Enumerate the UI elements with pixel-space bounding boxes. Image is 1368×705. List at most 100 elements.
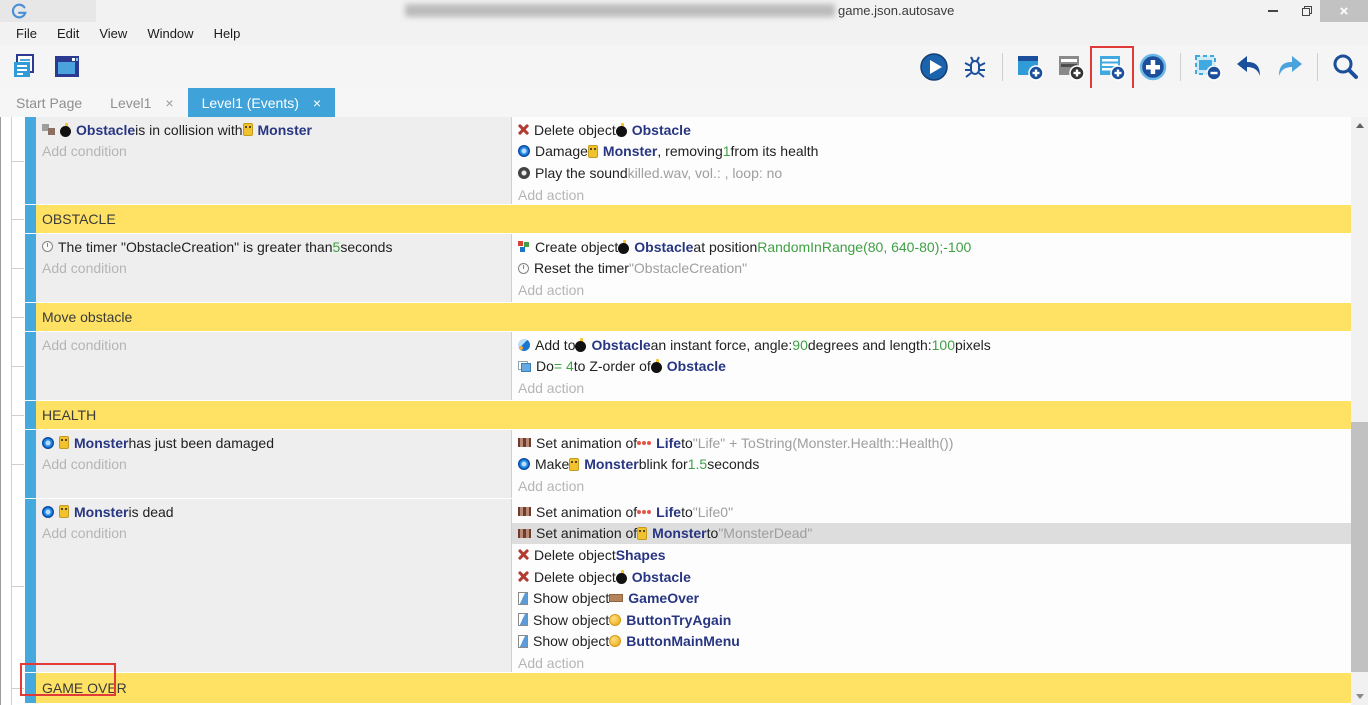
life-object-icon	[637, 506, 651, 518]
scene-editor-window-button[interactable]	[50, 50, 84, 84]
text-token: to	[681, 504, 693, 520]
placeholder-label: Add condition	[42, 260, 127, 276]
object-name: Obstacle	[634, 239, 693, 255]
conditions-column: Add condition	[36, 332, 512, 400]
action-line[interactable]: Set animation of Life to "Life" + ToStri…	[512, 432, 1351, 454]
event-selection-bar[interactable]	[25, 499, 36, 672]
add-action-button[interactable]: Add action	[512, 377, 1351, 399]
vertical-scrollbar[interactable]	[1351, 117, 1368, 705]
action-line[interactable]: Delete object Obstacle	[512, 566, 1351, 588]
add-condition-button[interactable]: Add condition	[36, 454, 511, 476]
undo-button[interactable]	[1232, 50, 1266, 84]
event-selection-bar[interactable]	[25, 332, 36, 400]
action-line[interactable]: Set animation of Life to "Life0"	[512, 501, 1351, 523]
event-selection-bar[interactable]	[25, 205, 36, 233]
condition-line[interactable]: Monster has just been damaged	[36, 432, 511, 454]
action-line[interactable]: Show object ButtonTryAgain	[512, 609, 1351, 631]
event-selection-bar[interactable]	[25, 234, 36, 302]
comment-label[interactable]: HEALTH	[36, 401, 1351, 429]
event-gutter	[1, 303, 25, 331]
add-action-button[interactable]: Add action	[512, 279, 1351, 301]
action-line[interactable]: Play the sound killed.wav, vol.: , loop:…	[512, 162, 1351, 184]
event-selection-bar[interactable]	[25, 401, 36, 429]
tab-level1[interactable]: Level1×	[96, 88, 187, 117]
condition-line[interactable]: Obstacle is in collision with Monster	[36, 119, 511, 141]
remove-event-button[interactable]	[1191, 50, 1225, 84]
comment-label[interactable]: OBSTACLE	[36, 205, 1351, 233]
conditions-column: The timer "ObstacleCreation" is greater …	[36, 234, 512, 302]
object-name: Life	[656, 504, 681, 520]
scroll-up-arrow[interactable]	[1351, 117, 1368, 134]
menu-view[interactable]: View	[89, 22, 137, 45]
object-name: Monster	[603, 143, 657, 159]
add-action-button[interactable]: Add action	[512, 184, 1351, 206]
event-selection-bar[interactable]	[25, 430, 36, 498]
health-behavior-icon	[42, 437, 54, 449]
toolbar-separator	[1180, 53, 1181, 81]
add-action-button[interactable]: Add action	[512, 652, 1351, 674]
action-line[interactable]: Delete object Obstacle	[512, 119, 1351, 141]
action-line[interactable]: Do = 4 to Z-order of Obstacle	[512, 356, 1351, 378]
action-line[interactable]: Damage Monster, removing 1 from its heal…	[512, 141, 1351, 163]
tab-level1-events-[interactable]: Level1 (Events)×	[188, 88, 335, 117]
add-condition-button[interactable]: Add condition	[36, 334, 511, 356]
toolbar-separator	[1002, 53, 1003, 81]
comment-label[interactable]: Move obstacle	[36, 303, 1351, 331]
action-line[interactable]: Delete object Shapes	[512, 544, 1351, 566]
event-selection-bar[interactable]	[25, 303, 36, 331]
text-token: The timer "ObstacleCreation" is greater …	[58, 239, 333, 255]
actions-column: Delete object ObstacleDamage Monster, re…	[512, 117, 1351, 204]
obstacle-object-icon	[60, 123, 71, 137]
visibility-icon	[518, 613, 528, 626]
text-token: , removing	[657, 143, 722, 159]
menu-edit[interactable]: Edit	[47, 22, 89, 45]
monster-object-icon	[59, 436, 69, 449]
action-line[interactable]: Show object GameOver	[512, 587, 1351, 609]
add-condition-button[interactable]: Add condition	[36, 258, 511, 280]
action-line[interactable]: Show object ButtonMainMenu	[512, 631, 1351, 653]
comment-label[interactable]: GAME OVER	[36, 673, 1351, 703]
restore-button[interactable]	[1292, 0, 1322, 22]
minimize-button[interactable]	[1258, 0, 1288, 22]
add-scene-button[interactable]	[1013, 50, 1047, 84]
tab-close-icon[interactable]: ×	[165, 95, 173, 111]
scroll-down-arrow[interactable]	[1351, 688, 1368, 705]
action-line[interactable]: Create object Obstacle at position Rando…	[512, 236, 1351, 258]
redo-button[interactable]	[1273, 50, 1307, 84]
toolbar-right-group	[917, 50, 1362, 84]
text-token: = 4	[554, 358, 574, 374]
action-line[interactable]: Reset the timer "ObstacleCreation"	[512, 258, 1351, 280]
add-external-events-button[interactable]	[1054, 50, 1088, 84]
menu-file[interactable]: File	[6, 22, 47, 45]
conditions-column: Monster is deadAdd condition	[36, 499, 512, 672]
add-condition-button[interactable]: Add condition	[36, 523, 511, 545]
event-selection-bar[interactable]	[25, 117, 36, 204]
add-condition-button[interactable]: Add condition	[36, 141, 511, 163]
condition-line[interactable]: Monster is dead	[36, 501, 511, 523]
action-line[interactable]: Set animation of Monster to "MonsterDead…	[512, 523, 1351, 545]
health-behavior-icon	[518, 458, 530, 470]
add-event-button[interactable]	[1095, 50, 1129, 84]
menu-window[interactable]: Window	[137, 22, 203, 45]
scene-editor-window-icon	[51, 51, 83, 83]
close-button[interactable]: ×	[1320, 0, 1368, 22]
project-manager-button[interactable]	[8, 50, 42, 84]
animation-icon	[518, 507, 531, 516]
tab-close-icon[interactable]: ×	[313, 95, 321, 111]
action-line[interactable]: Make Monster blink for 1.5 seconds	[512, 454, 1351, 476]
add-object-button[interactable]	[1136, 50, 1170, 84]
text-token: is dead	[128, 504, 173, 520]
text-token: 1.5	[688, 456, 707, 472]
debug-button[interactable]	[958, 50, 992, 84]
menu-help[interactable]: Help	[204, 22, 251, 45]
object-name: Life	[656, 435, 681, 451]
search-button[interactable]	[1328, 50, 1362, 84]
text-token: Delete object	[534, 569, 616, 585]
play-button[interactable]	[917, 50, 951, 84]
scrollbar-thumb[interactable]	[1351, 422, 1368, 672]
add-action-button[interactable]: Add action	[512, 475, 1351, 497]
action-line[interactable]: Add to Obstacle an instant force, angle:…	[512, 334, 1351, 356]
condition-line[interactable]: The timer "ObstacleCreation" is greater …	[36, 236, 511, 258]
tab-start-page[interactable]: Start Page	[2, 88, 96, 117]
event-selection-bar[interactable]	[25, 673, 36, 703]
